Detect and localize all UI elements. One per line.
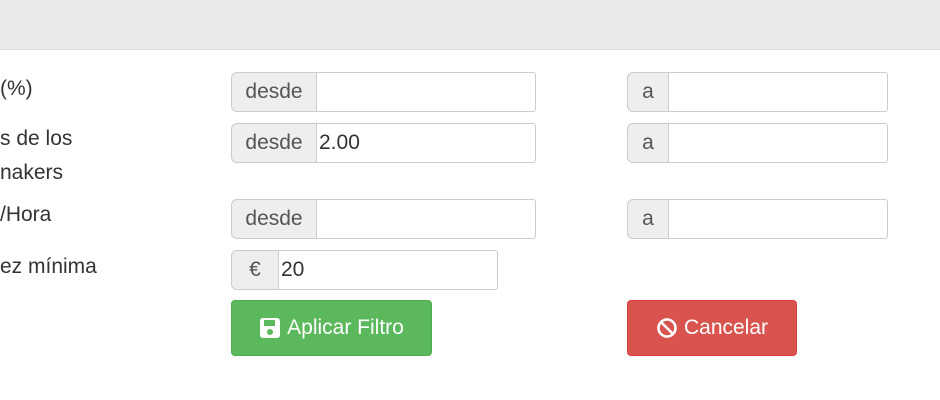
from-addon: desde <box>231 72 316 112</box>
cancel-label: Cancelar <box>683 316 769 339</box>
row-label-min-liquidity: ez mínima <box>0 255 97 278</box>
to-addon: a <box>627 72 668 112</box>
row-label-percent: (%) <box>0 77 33 100</box>
from-addon: desde <box>231 199 316 239</box>
currency-addon: € <box>231 250 278 290</box>
hour-from-input[interactable] <box>316 199 536 239</box>
hour-to-input[interactable] <box>668 199 888 239</box>
to-addon: a <box>627 123 668 163</box>
min-liquidity-input[interactable] <box>278 250 498 290</box>
odds-to-input[interactable] <box>668 123 888 163</box>
apply-filter-button[interactable]: Aplicar Filtro <box>231 300 432 356</box>
percent-to-input[interactable] <box>668 72 888 112</box>
save-icon <box>259 317 281 339</box>
ban-icon <box>656 317 678 339</box>
row-label-odds-line-2: nakers <box>0 161 64 184</box>
percent-from-input[interactable] <box>316 72 536 112</box>
apply-filter-label: Aplicar Filtro <box>287 316 404 339</box>
row-label-hour: /Hora <box>0 203 52 226</box>
from-addon: desde <box>231 123 316 163</box>
cancel-button[interactable]: Cancelar <box>627 300 797 356</box>
odds-from-input[interactable] <box>316 123 536 163</box>
top-bar <box>0 0 940 50</box>
row-label-odds-line-1: s de los <box>0 127 73 150</box>
to-addon: a <box>627 199 668 239</box>
